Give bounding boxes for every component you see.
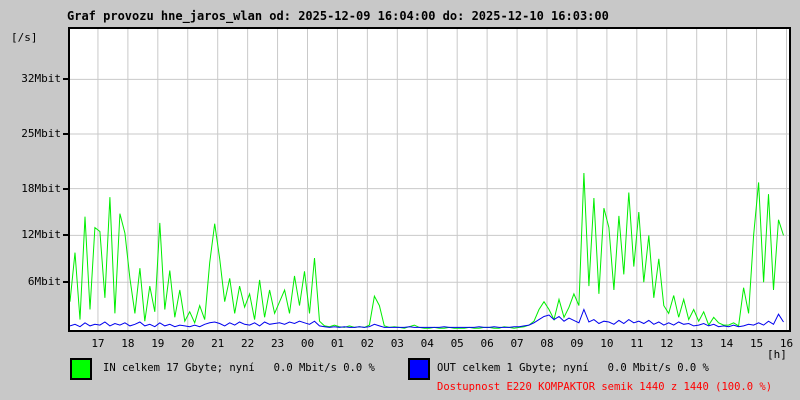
x-tick-label: 04 — [420, 337, 434, 350]
y-tick-mark — [63, 281, 68, 284]
chart-title: Graf provozu hne_jaros_wlan od: 2025-12-… — [67, 9, 609, 23]
x-tick-label: 14 — [720, 337, 734, 350]
x-tick-label: 21 — [211, 337, 225, 350]
y-tick-mark — [63, 187, 68, 190]
y-tick-label: 6Mbit — [27, 275, 61, 289]
y-axis-unit-label: [/s] — [11, 31, 38, 44]
x-tick-label: 11 — [630, 337, 644, 350]
x-tick-label: 22 — [241, 337, 255, 350]
x-tick-label: 15 — [749, 337, 764, 350]
y-tick-label: 25Mbit — [21, 127, 61, 140]
y-tick-label: 32Mbit — [21, 72, 61, 86]
x-tick-label: 00 — [300, 337, 315, 350]
x-tick-label: 20 — [181, 337, 195, 350]
x-tick-label: 09 — [570, 337, 584, 350]
x-tick-label: 19 — [151, 337, 165, 350]
x-tick-label: 02 — [360, 337, 374, 350]
series-line-in — [70, 172, 784, 329]
y-tick-mark — [63, 234, 68, 237]
x-tick-label: 08 — [540, 337, 554, 350]
series-line-out — [70, 308, 784, 328]
page-canvas: Graf provozu hne_jaros_wlan od: 2025-12-… — [0, 0, 800, 400]
traffic-chart-svg — [70, 29, 789, 330]
x-tick-label: 17 — [91, 337, 105, 350]
x-axis-unit-label: [h] — [767, 348, 787, 361]
x-tick-label: 03 — [390, 337, 404, 350]
legend-out-swatch — [408, 358, 430, 380]
x-tick-label: 05 — [450, 337, 464, 350]
legend-out-label: OUT celkem 1 Gbyte; nyní 0.0 Mbit/s 0.0 … — [437, 362, 709, 374]
legend-in-swatch — [70, 358, 92, 380]
x-tick-label: 01 — [330, 337, 345, 350]
x-tick-label: 18 — [121, 337, 135, 350]
y-tick-mark — [63, 78, 68, 81]
x-tick-label: 12 — [660, 337, 674, 350]
x-tick-label: 06 — [480, 337, 494, 350]
x-tick-label: 23 — [270, 337, 285, 350]
y-tick-label: 18Mbit — [21, 181, 61, 195]
y-tick-mark — [63, 133, 68, 135]
legend-in-label: IN celkem 17 Gbyte; nyní 0.0 Mbit/s 0.0 … — [103, 362, 375, 374]
x-tick-label: 13 — [690, 337, 704, 350]
y-tick-label: 12Mbit — [21, 228, 61, 242]
plot-area — [68, 27, 791, 332]
x-tick-label: 07 — [510, 337, 524, 350]
availability-text: Dostupnost E220 KOMPAKTOR semik 1440 z 1… — [437, 381, 773, 393]
x-tick-label: 10 — [600, 337, 614, 350]
